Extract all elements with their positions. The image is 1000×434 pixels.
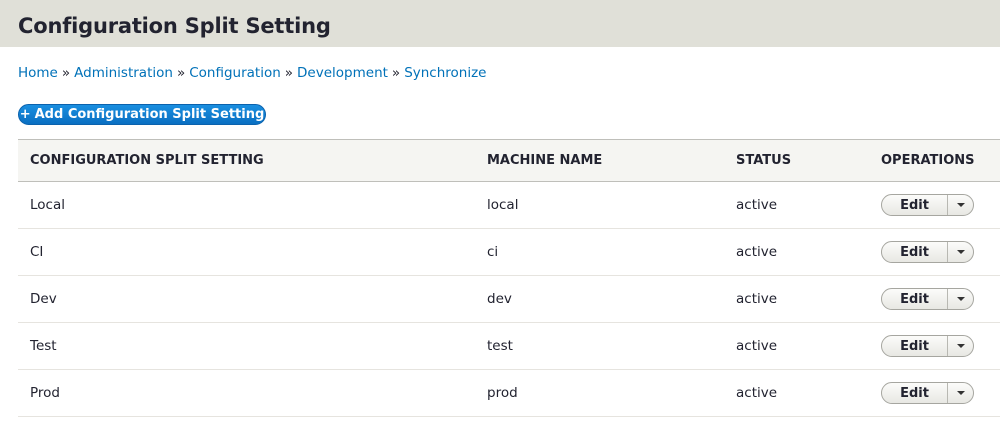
caret-down-icon: [956, 297, 965, 301]
add-button-label: Add Configuration Split Setting: [34, 107, 265, 122]
operations-cell: Edit: [869, 370, 1000, 417]
page-title: Configuration Split Setting: [18, 14, 331, 38]
machine-name: dev: [487, 291, 512, 307]
operations-cell: Edit: [869, 323, 1000, 370]
operations-dropbutton: Edit: [881, 382, 974, 404]
setting-name: CI: [30, 244, 44, 260]
page-header: Configuration Split Setting: [0, 0, 1000, 47]
status: active: [736, 244, 778, 260]
status: active: [736, 338, 778, 354]
operations-dropbutton: Edit: [881, 288, 974, 310]
plus-icon: +: [19, 107, 31, 122]
column-header-machine-name[interactable]: MACHINE NAME: [475, 140, 724, 182]
machine-name: local: [487, 197, 519, 213]
caret-down-icon: [956, 344, 965, 348]
dropbutton-toggle[interactable]: [948, 383, 973, 403]
breadcrumb-separator: »: [61, 65, 71, 81]
dropbutton-toggle[interactable]: [948, 336, 973, 356]
breadcrumb-development[interactable]: Development: [297, 65, 388, 81]
setting-name: Local: [30, 197, 65, 213]
edit-button[interactable]: Edit: [882, 336, 948, 356]
breadcrumb-configuration[interactable]: Configuration: [189, 65, 281, 81]
edit-button[interactable]: Edit: [882, 195, 948, 215]
status: active: [736, 291, 778, 307]
column-header-setting[interactable]: CONFIGURATION SPLIT SETTING: [18, 140, 475, 182]
operations-dropbutton: Edit: [881, 335, 974, 357]
breadcrumb-home[interactable]: Home: [18, 65, 58, 81]
table-row: Prod prod active Edit: [18, 370, 1000, 417]
dropbutton-toggle[interactable]: [948, 195, 973, 215]
operations-dropbutton: Edit: [881, 194, 974, 216]
machine-name: prod: [487, 385, 518, 401]
machine-name: test: [487, 338, 513, 354]
operations-cell: Edit: [869, 229, 1000, 276]
table-row: Local local active Edit: [18, 182, 1000, 229]
table-row: Dev dev active Edit: [18, 276, 1000, 323]
column-header-operations: OPERATIONS: [881, 153, 975, 168]
table-header-row: CONFIGURATION SPLIT SETTING MACHINE NAME…: [18, 139, 1000, 182]
breadcrumb-administration[interactable]: Administration: [74, 65, 173, 81]
breadcrumb: Home» Administration» Configuration» Develo…: [18, 65, 487, 81]
breadcrumb-separator: »: [391, 65, 401, 81]
status: active: [736, 385, 778, 401]
machine-name: ci: [487, 244, 499, 260]
config-split-table: CONFIGURATION SPLIT SETTING MACHINE NAME…: [18, 139, 1000, 417]
operations-cell: Edit: [869, 276, 1000, 323]
edit-button[interactable]: Edit: [882, 383, 948, 403]
caret-down-icon: [956, 250, 965, 254]
caret-down-icon: [956, 203, 965, 207]
operations-dropbutton: Edit: [881, 241, 974, 263]
table-row: CI ci active Edit: [18, 229, 1000, 276]
breadcrumb-synchronize[interactable]: Synchronize: [404, 65, 486, 81]
breadcrumb-separator: »: [176, 65, 186, 81]
column-header-status[interactable]: STATUS: [724, 140, 869, 182]
add-configuration-split-button[interactable]: + Add Configuration Split Setting: [18, 104, 266, 125]
dropbutton-toggle[interactable]: [948, 289, 973, 309]
edit-button[interactable]: Edit: [882, 242, 948, 262]
table-row: Test test active Edit: [18, 323, 1000, 370]
operations-cell: Edit: [869, 182, 1000, 229]
caret-down-icon: [956, 391, 965, 395]
status: active: [736, 197, 778, 213]
dropbutton-toggle[interactable]: [948, 242, 973, 262]
breadcrumb-separator: »: [284, 65, 294, 81]
setting-name: Test: [30, 338, 57, 354]
edit-button[interactable]: Edit: [882, 289, 948, 309]
setting-name: Dev: [30, 291, 57, 307]
setting-name: Prod: [30, 385, 60, 401]
